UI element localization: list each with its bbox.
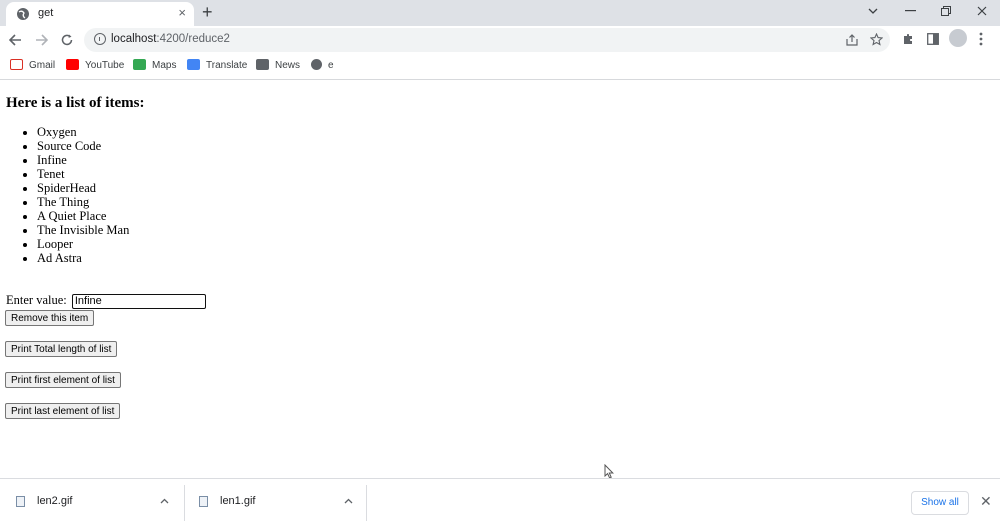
list-heading: Here is a list of items:	[6, 95, 145, 111]
list-item: A Quiet Place	[37, 209, 129, 223]
downloads-bar: len2.gif len1.gif Show all ✕	[0, 478, 1000, 525]
download-item[interactable]: len2.gif	[0, 479, 184, 525]
tab-get[interactable]: get ×	[6, 2, 194, 26]
list-item: SpiderHead	[37, 181, 129, 195]
list-item: The Thing	[37, 195, 129, 209]
browser-chrome: get × + localhost:4200/reduce2 Gmail You…	[0, 0, 1000, 80]
bookmark-news[interactable]: News	[256, 59, 300, 71]
minimize-icon[interactable]	[905, 10, 916, 12]
bookmarks-bar: Gmail YouTube Maps Translate News e	[0, 54, 1000, 80]
list-item: Oxygen	[37, 125, 129, 139]
tab-search-chevron-icon[interactable]	[868, 7, 878, 15]
extensions-icon[interactable]	[902, 33, 914, 45]
list-item: Ad Astra	[37, 251, 129, 265]
list-item: Looper	[37, 237, 129, 251]
globe-icon	[311, 59, 322, 70]
close-downloads-icon[interactable]: ✕	[980, 493, 992, 510]
menu-kebab-icon[interactable]	[979, 32, 983, 46]
print-total-length-button[interactable]: Print Total length of list	[5, 341, 118, 357]
globe-icon	[17, 8, 29, 20]
list-item: Source Code	[37, 139, 129, 153]
show-all-button[interactable]: Show all	[911, 491, 969, 515]
site-info-icon[interactable]	[94, 33, 106, 45]
print-first-element-button[interactable]: Print first element of list	[5, 372, 121, 388]
bookmark-translate[interactable]: Translate	[187, 59, 247, 71]
list-item: Infine	[37, 153, 129, 167]
reload-icon[interactable]	[61, 34, 73, 46]
share-icon[interactable]	[846, 34, 858, 46]
window-close-icon[interactable]	[977, 6, 987, 16]
remove-item-button[interactable]: Remove this item	[5, 310, 95, 326]
items-list: Oxygen Source Code Infine Tenet SpiderHe…	[0, 125, 129, 265]
download-filename: len2.gif	[37, 495, 73, 507]
page-content: Here is a list of items: Oxygen Source C…	[0, 80, 1000, 478]
bookmark-maps[interactable]: Maps	[133, 59, 176, 71]
print-last-element-button[interactable]: Print last element of list	[5, 403, 121, 419]
download-filename: len1.gif	[220, 495, 256, 507]
news-icon	[256, 59, 269, 70]
forward-icon[interactable]	[35, 34, 48, 46]
tab-close-icon[interactable]: ×	[178, 5, 186, 20]
gif-file-icon	[199, 496, 208, 507]
back-icon[interactable]	[9, 34, 22, 46]
side-panel-icon[interactable]	[927, 33, 939, 45]
enter-value-input[interactable]	[71, 293, 206, 309]
divider	[366, 485, 367, 521]
enter-value-label: Enter value:	[6, 293, 67, 307]
url-text[interactable]: localhost:4200/reduce2	[111, 33, 230, 45]
toolbar: localhost:4200/reduce2	[0, 26, 1000, 54]
chevron-up-icon[interactable]	[344, 498, 353, 504]
enter-value-row: Enter value:	[6, 293, 206, 309]
restore-icon[interactable]	[941, 6, 951, 16]
maps-icon	[133, 59, 146, 70]
tab-title: get	[38, 7, 54, 19]
translate-icon	[187, 59, 200, 70]
bookmark-youtube[interactable]: YouTube	[66, 59, 124, 71]
bookmark-star-icon[interactable]	[870, 33, 883, 46]
bookmark-e[interactable]: e	[311, 59, 334, 71]
youtube-icon	[66, 59, 79, 70]
address-bar[interactable]: localhost:4200/reduce2	[84, 28, 890, 52]
list-item: The Invisible Man	[37, 223, 129, 237]
chevron-up-icon[interactable]	[160, 498, 169, 504]
tab-strip: get × +	[0, 0, 1000, 26]
new-tab-button[interactable]: +	[202, 2, 213, 22]
download-item[interactable]: len1.gif	[184, 479, 366, 525]
list-item: Tenet	[37, 167, 129, 181]
profile-avatar[interactable]	[949, 29, 967, 47]
bookmark-gmail[interactable]: Gmail	[10, 59, 55, 71]
gif-file-icon	[16, 496, 25, 507]
gmail-icon	[10, 59, 23, 70]
mouse-cursor-icon	[604, 464, 614, 479]
